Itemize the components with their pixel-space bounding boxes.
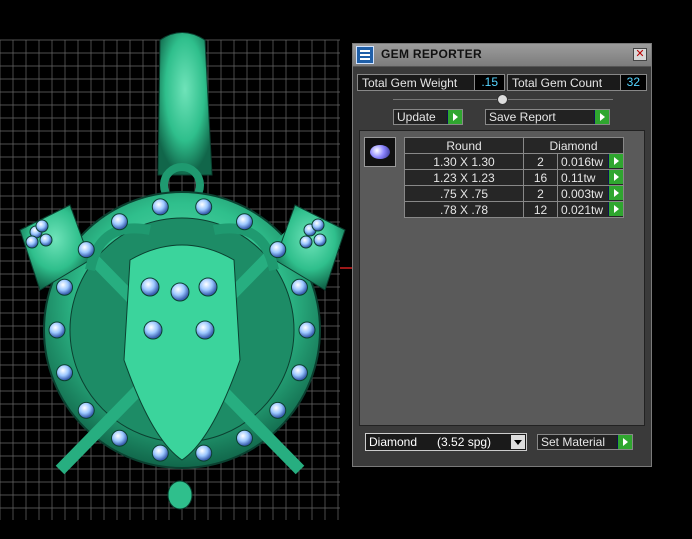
- gem-count: 16: [523, 169, 558, 186]
- total-gem-count: Total Gem Count 32: [507, 74, 647, 91]
- gem-stone: [77, 241, 95, 259]
- gem-stone: [56, 364, 74, 382]
- gem-count: 2: [523, 185, 558, 202]
- gem-stone: [151, 198, 169, 216]
- gem-stone: [48, 321, 66, 339]
- table-row: .75 X .75 2 0.003tw: [404, 185, 624, 202]
- gem-stone: [35, 219, 49, 233]
- gem-stone: [195, 444, 213, 462]
- play-arrow-icon: [447, 110, 462, 124]
- report-grid-icon: [356, 46, 374, 64]
- gem-stone: [269, 241, 287, 259]
- material-select[interactable]: Diamond (3.52 spg): [365, 433, 527, 451]
- total-gem-weight-value: .15: [474, 75, 504, 90]
- gem-weight-cell: 0.003tw: [557, 185, 624, 202]
- close-button[interactable]: ✕: [633, 48, 647, 61]
- table-row: .78 X .78 12 0.021tw: [404, 201, 624, 218]
- gem-shape: [370, 145, 390, 159]
- play-arrow-icon[interactable]: [608, 170, 623, 184]
- gem-size: .75 X .75: [404, 185, 524, 202]
- play-arrow-icon[interactable]: [608, 186, 623, 200]
- gem-weight: 0.003tw: [561, 186, 604, 201]
- gem-reporter-window[interactable]: GEM REPORTER ✕ Total Gem Weight .15 Tota…: [352, 43, 652, 467]
- gem-weight: 0.11tw: [561, 170, 596, 185]
- gem-stone: [195, 320, 215, 340]
- gem-stone: [236, 213, 253, 231]
- gem-stone: [111, 429, 128, 447]
- gem-weight-cell: 0.021tw: [557, 201, 624, 218]
- gem-stone: [39, 233, 53, 247]
- gem-stone: [236, 429, 253, 447]
- gem-weight-cell: 0.016tw: [557, 153, 624, 170]
- gem-stone: [25, 235, 39, 249]
- total-gem-count-value: 32: [619, 75, 646, 90]
- pendant-model: [19, 32, 346, 510]
- gem-stone: [151, 444, 169, 462]
- gem-stone: [198, 277, 218, 297]
- gem-count: 2: [523, 153, 558, 170]
- set-material-button-label: Set Material: [541, 435, 606, 449]
- gem-list[interactable]: Round Diamond 1.30 X 1.30 2 0.016tw 1.23…: [359, 130, 645, 426]
- table-row: 1.23 X 1.23 16 0.11tw: [404, 169, 624, 186]
- gem-stone: [290, 364, 308, 382]
- play-arrow-icon[interactable]: [608, 202, 623, 216]
- save-report-button-label: Save Report: [489, 110, 556, 124]
- update-button-label: Update: [397, 110, 436, 124]
- gem-stone: [195, 198, 213, 216]
- bail: [157, 32, 213, 176]
- play-arrow-icon: [594, 110, 609, 124]
- gem-size: 1.30 X 1.30: [404, 153, 524, 170]
- table-header-row: Round Diamond: [404, 137, 624, 154]
- table-row: 1.30 X 1.30 2 0.016tw: [404, 153, 624, 170]
- gem-stone: [170, 282, 190, 302]
- gem-size: .78 X .78: [404, 201, 524, 218]
- gem-weight-cell: 0.11tw: [557, 169, 624, 186]
- gem-stone: [298, 321, 316, 339]
- gem-stone: [313, 233, 327, 247]
- gem-stone: [290, 278, 308, 296]
- gem-count: 12: [523, 201, 558, 218]
- gem-stone: [56, 278, 74, 296]
- gem-stone: [111, 213, 128, 231]
- window-title: GEM REPORTER: [381, 47, 482, 61]
- gem-weight: 0.016tw: [561, 154, 604, 169]
- gem-stone: [143, 320, 163, 340]
- gem-stone: [140, 277, 160, 297]
- gem-stone: [77, 401, 95, 419]
- shape-header: Round: [404, 137, 524, 154]
- total-gem-weight-label: Total Gem Weight: [362, 76, 458, 90]
- gem-stone: [269, 401, 287, 419]
- braid-end: [167, 480, 193, 510]
- round-gem-icon[interactable]: [364, 137, 396, 167]
- total-gem-weight: Total Gem Weight .15: [357, 74, 505, 91]
- play-arrow-icon[interactable]: [608, 154, 623, 168]
- gem-table: Round Diamond 1.30 X 1.30 2 0.016tw 1.23…: [404, 137, 624, 218]
- set-material-button[interactable]: Set Material: [537, 434, 633, 450]
- material-select-value: Diamond (3.52 spg): [369, 435, 492, 449]
- gem-weight: 0.021tw: [561, 202, 604, 217]
- title-bar[interactable]: GEM REPORTER ✕: [353, 44, 651, 67]
- gem-stone: [311, 218, 325, 232]
- material-header: Diamond: [523, 137, 624, 154]
- play-arrow-icon: [617, 435, 632, 449]
- update-button[interactable]: Update: [393, 109, 463, 125]
- save-report-button[interactable]: Save Report: [485, 109, 610, 125]
- collapse-handle[interactable]: [497, 94, 508, 105]
- gem-size: 1.23 X 1.23: [404, 169, 524, 186]
- total-gem-count-label: Total Gem Count: [512, 76, 603, 90]
- gem-stone: [299, 235, 313, 249]
- chevron-down-icon[interactable]: [511, 435, 525, 449]
